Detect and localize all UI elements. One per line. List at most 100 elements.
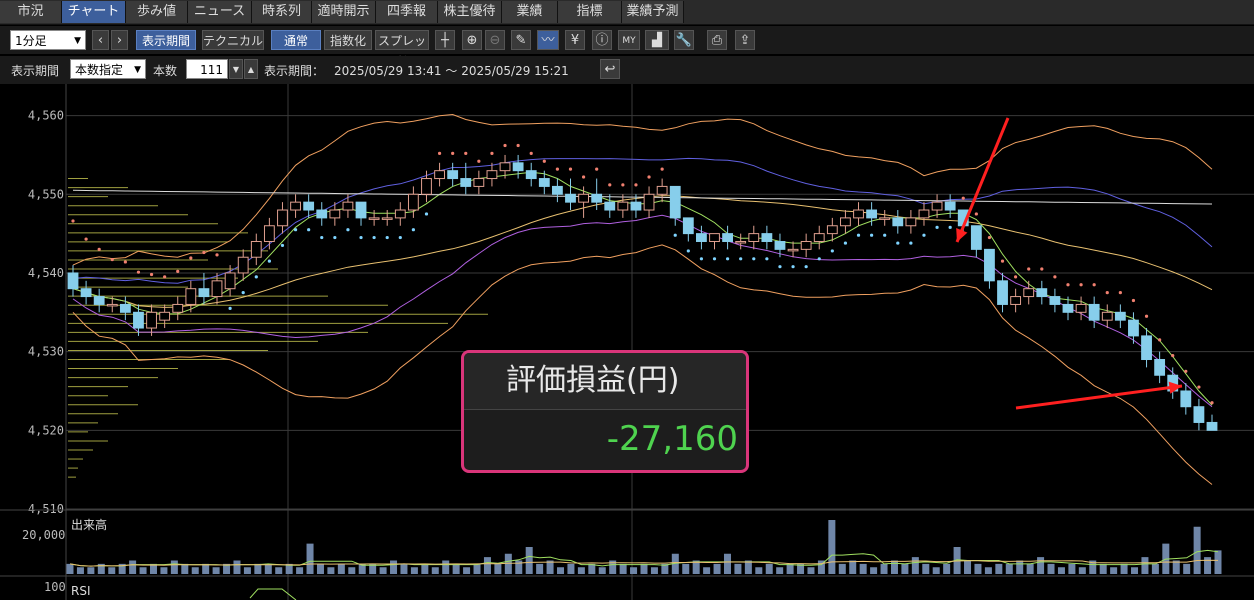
print-button[interactable]: ⎙ xyxy=(707,30,727,50)
period-mode-value: 本数指定 xyxy=(75,63,124,77)
tab-5[interactable]: 適時開示 xyxy=(312,1,376,23)
sar-dot xyxy=(1040,267,1044,271)
chevron-down-icon: ▼ xyxy=(74,36,81,46)
volume-bar xyxy=(911,557,919,574)
info-icon: ⓘ xyxy=(595,33,609,48)
candle-body xyxy=(159,311,171,321)
volume-bar xyxy=(327,567,335,574)
tab-8[interactable]: 業績 xyxy=(502,1,558,23)
chevron-left-icon: ‹ xyxy=(97,33,104,48)
count-increment-button[interactable]: ▲ xyxy=(244,59,258,79)
prev-button[interactable]: ‹ xyxy=(92,30,109,50)
tab-0[interactable]: 市況 xyxy=(0,1,62,23)
volume-bar xyxy=(943,563,951,574)
volume-bar xyxy=(577,567,585,574)
count-input[interactable]: 111 xyxy=(186,59,228,79)
volume-bar xyxy=(431,567,439,574)
candle-body xyxy=(630,201,642,211)
candle-body xyxy=(800,240,812,250)
my-indicator-button[interactable]: MY xyxy=(618,30,640,50)
volume-bar xyxy=(828,520,836,574)
candle-body xyxy=(905,217,917,227)
spread-mode-button[interactable]: スプレッド xyxy=(375,30,429,68)
zoom-out-button[interactable]: ⊖ xyxy=(485,30,505,50)
period-button[interactable]: 表示期間 xyxy=(136,30,196,50)
sar-dot xyxy=(686,249,690,253)
tab-9[interactable]: 指標 xyxy=(558,1,622,23)
volume-bar xyxy=(1204,557,1212,574)
count-decrement-button[interactable]: ▼ xyxy=(229,59,243,79)
print-icon: ⎙ xyxy=(711,33,723,48)
sar-dot xyxy=(987,235,992,240)
candle-body xyxy=(748,233,760,242)
annotation-arrow xyxy=(1015,384,1183,410)
volume-bar xyxy=(379,567,387,574)
candle-body xyxy=(1114,311,1126,321)
index-mode-button[interactable]: 指数化 xyxy=(324,30,372,50)
volume-bar xyxy=(703,567,711,574)
export-icon: ⇪ xyxy=(739,33,751,48)
volume-bar xyxy=(922,563,930,574)
tab-1[interactable]: チャート xyxy=(62,1,126,23)
candle-body xyxy=(67,272,79,290)
crosshair-button[interactable]: ┼ xyxy=(435,30,455,50)
sar-dot xyxy=(149,272,154,277)
candle-body xyxy=(93,296,105,305)
area-chart-button[interactable]: ▟ xyxy=(645,30,669,50)
volume-bar xyxy=(807,567,815,574)
tab-7[interactable]: 株主優待 xyxy=(438,1,502,23)
candle-body xyxy=(525,170,537,180)
sar-dot xyxy=(1053,275,1057,279)
sar-dot xyxy=(621,183,625,187)
volume-bar xyxy=(776,567,784,574)
candle-body xyxy=(813,233,825,242)
top-tab-bar: 市況 チャート 歩み値 ニュース 時系列 適時開示 四季報 株主優待 業績 指標 業績予測 xyxy=(0,0,1254,25)
bollinger-upper-2 xyxy=(72,113,1213,266)
candle-body xyxy=(250,240,262,258)
pencil-button[interactable]: ✎ xyxy=(511,30,531,50)
sar-dot xyxy=(909,241,913,245)
pnl-title: 評価損益(円) xyxy=(464,353,746,409)
line-draw-button[interactable]: 〰 xyxy=(537,30,559,50)
export-button[interactable]: ⇪ xyxy=(735,30,755,50)
candle-body xyxy=(133,311,144,329)
wrench-icon: 🔧 xyxy=(675,33,693,48)
tab-3[interactable]: ニュース xyxy=(188,1,252,23)
volume-bar xyxy=(1151,563,1159,574)
volume-bar xyxy=(525,547,533,574)
volume-bar xyxy=(932,567,940,574)
volume-bar xyxy=(901,563,909,574)
price-chart[interactable]: 4,510 4,520 4,530 4,540 4,550 4,560 xyxy=(0,84,1254,600)
yen-button[interactable]: ¥ xyxy=(565,30,585,50)
volume-bar xyxy=(598,567,606,574)
interval-select[interactable]: 1分足 ▼ xyxy=(10,30,86,50)
next-button[interactable]: › xyxy=(111,30,128,50)
tab-4[interactable]: 時系列 xyxy=(252,1,312,23)
candle-body xyxy=(591,193,603,203)
sar-dot xyxy=(71,219,75,223)
settings-button[interactable]: 🔧 xyxy=(674,30,694,50)
volume-bar xyxy=(66,563,74,574)
volume-bar xyxy=(1110,567,1118,574)
sar-dot xyxy=(372,235,376,240)
volume-bar xyxy=(181,563,189,574)
period-mode-select[interactable]: 本数指定 ▼ xyxy=(70,59,146,79)
sar-dot xyxy=(542,159,546,163)
info-button[interactable]: ⓘ xyxy=(592,30,612,50)
tab-2[interactable]: 歩み値 xyxy=(126,1,188,23)
normal-mode-button[interactable]: 通常 xyxy=(271,30,321,50)
volume-bar xyxy=(1037,557,1045,574)
volume-bar xyxy=(129,560,137,574)
sar-dot xyxy=(634,183,638,187)
sar-dot xyxy=(1118,291,1122,295)
volume-bar xyxy=(1068,563,1076,574)
candle-body xyxy=(761,233,773,242)
technical-button[interactable]: テクニカル xyxy=(202,30,264,50)
rsi-panel-label: RSI xyxy=(71,584,91,598)
sar-dot xyxy=(110,257,114,262)
reset-range-button[interactable]: ↩ xyxy=(600,59,620,79)
tab-10[interactable]: 業績予測 xyxy=(622,1,684,23)
sar-dot xyxy=(1027,267,1031,271)
tab-6[interactable]: 四季報 xyxy=(376,1,438,23)
zoom-in-button[interactable]: ⊕ xyxy=(462,30,482,50)
